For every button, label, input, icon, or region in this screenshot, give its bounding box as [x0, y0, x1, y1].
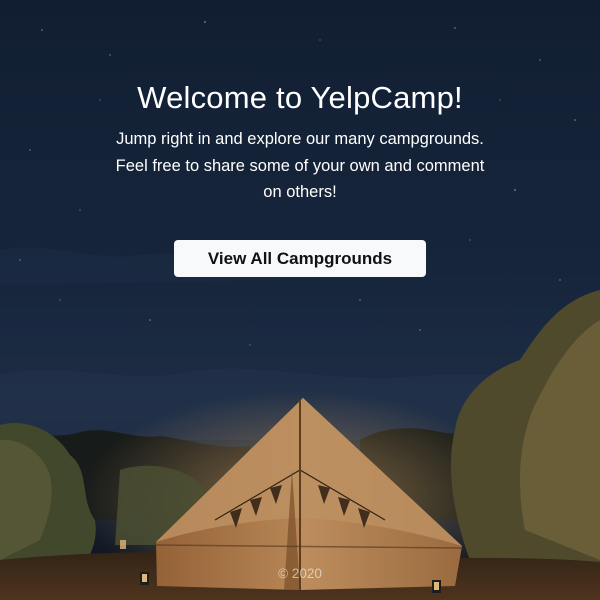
copyright-text: © 2020 [278, 566, 322, 581]
hero-description: Jump right in and explore our many campg… [115, 130, 485, 201]
landing-page: Welcome to YelpCamp! Jump right in and e… [0, 0, 600, 600]
hero-section: Welcome to YelpCamp! Jump right in and e… [0, 78, 600, 277]
footer: © 2020 [0, 566, 600, 581]
page-title: Welcome to YelpCamp! [137, 80, 463, 115]
view-all-campgrounds-button[interactable]: View All Campgrounds [174, 239, 426, 277]
